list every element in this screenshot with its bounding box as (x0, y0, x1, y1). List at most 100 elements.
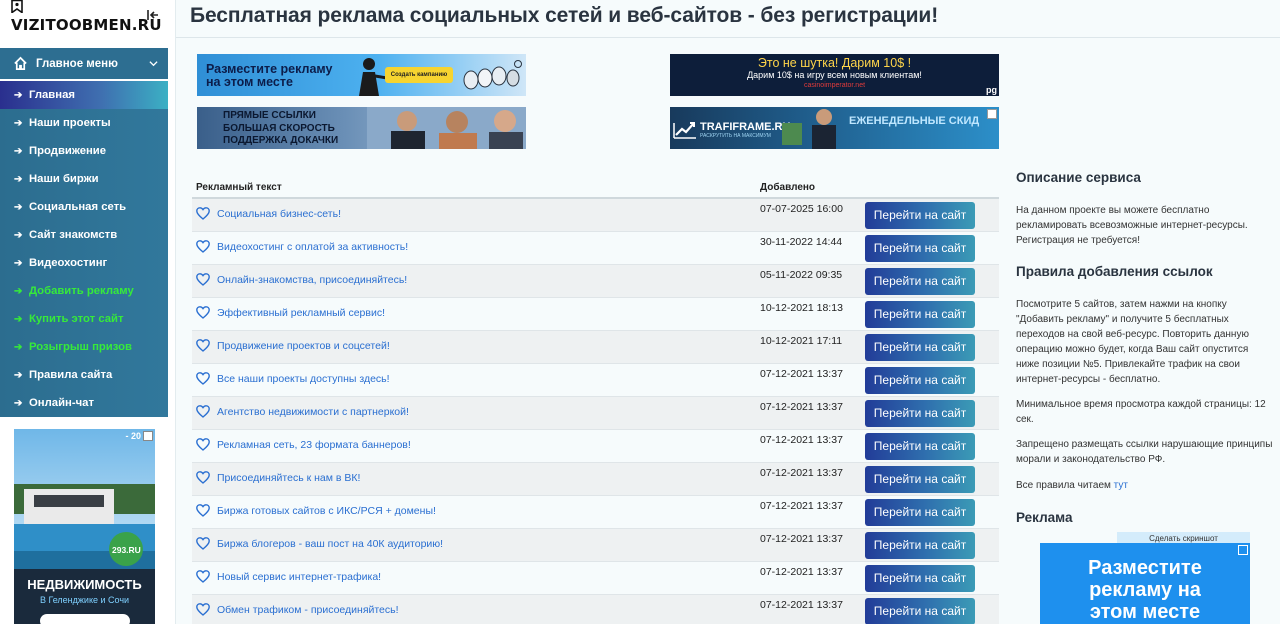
bookmark-logo-icon (11, 0, 23, 13)
heart-icon[interactable] (196, 471, 210, 484)
visit-site-button[interactable]: Перейти на сайт (865, 202, 975, 229)
ad-link[interactable]: Обмен трафиком - присоединяйтесь! (217, 604, 399, 616)
visit-site-button[interactable]: Перейти на сайт (865, 400, 975, 427)
heart-icon[interactable] (196, 504, 210, 517)
heart-icon[interactable] (196, 339, 210, 352)
visit-site-button[interactable]: Перейти на сайт (865, 268, 975, 295)
sidebar-item-4[interactable]: ➔ Социальная сеть (0, 193, 168, 221)
banner-create-campaign-button: Создать кампанию (385, 67, 453, 83)
rules-text-4-prefix: Все правила читаем (1016, 480, 1114, 491)
sidebar-item-label: Продвижение (29, 145, 107, 157)
added-date: 07-12-2021 13:37 (760, 599, 843, 611)
table-row: Онлайн-знакомства, присоединяйтесь! 05-11… (192, 265, 999, 298)
ad-link[interactable]: Онлайн-знакомства, присоединяйтесь! (217, 274, 407, 286)
ad-link[interactable]: Все наши проекты доступны здесь! (217, 373, 390, 385)
sidebar-item-label: Главная (29, 89, 75, 101)
ad-close-icon[interactable] (1238, 545, 1248, 555)
visit-site-button[interactable]: Перейти на сайт (865, 367, 975, 394)
sidebar-menu: ➔ Главная ➔ Наши проекты ➔ Продвижение ➔ Наши б… (0, 81, 168, 417)
table-row: Присоединяйтесь к нам в ВК! 07-12-2021 13… (192, 463, 999, 496)
sidebar-item-0[interactable]: ➔ Главная (0, 81, 168, 109)
sidebar-item-label: Наши проекты (29, 117, 111, 129)
visit-site-button[interactable]: Перейти на сайт (865, 466, 975, 493)
heart-icon[interactable] (196, 273, 210, 286)
pointing-man-icon (359, 58, 387, 96)
heart-icon[interactable] (196, 405, 210, 418)
table-row: Социальная бизнес-сеть! 07-07-2025 16:00 П… (192, 199, 999, 232)
sidebar-item-9[interactable]: ➔ Розыгрыш призов (0, 333, 168, 361)
banner-trafiframe[interactable]: TRAFIFRAME.RU РАСКРУТИТЬ НА МАКСИМУМ ЕЖЕ… (670, 107, 999, 149)
sidebar-item-3[interactable]: ➔ Наши биржи (0, 165, 168, 193)
arrow-right-icon: ➔ (14, 397, 23, 409)
ad-close-icon[interactable] (143, 431, 153, 441)
ad-link[interactable]: Биржа готовых сайтов с ИКС/РСЯ + домены! (217, 505, 436, 517)
heart-icon[interactable] (196, 603, 210, 616)
ad-link[interactable]: Новый сервис интернет-трафика! (217, 571, 381, 583)
sidebar-item-label: Наши биржи (29, 173, 99, 185)
column-header-text: Рекламный текст (196, 182, 282, 193)
banner-place-ad[interactable]: Разместите рекламу на этом месте Создать… (197, 54, 526, 96)
heart-icon[interactable] (196, 240, 210, 253)
banner-direct-links[interactable]: ПРЯМЫЕ ССЫЛКИ БОЛЬШАЯ СКОРОСТЬ ПОДДЕРЖКА… (197, 107, 526, 149)
visit-site-button[interactable]: Перейти на сайт (865, 532, 975, 559)
arrow-right-icon: ➔ (14, 117, 23, 129)
arrow-right-icon: ➔ (14, 257, 23, 269)
sidebar-item-10[interactable]: ➔ Правила сайта (0, 361, 168, 389)
visit-site-button[interactable]: Перейти на сайт (865, 301, 975, 328)
arrow-right-icon: ➔ (14, 145, 23, 157)
sidebar-item-5[interactable]: ➔ Сайт знакомств (0, 221, 168, 249)
visit-site-button[interactable]: Перейти на сайт (865, 433, 975, 460)
sidebar-ad-banner[interactable]: - 20 293.RU НЕДВИЖИМОСТЬ В Геленджике и … (14, 429, 155, 624)
right-ad-banner[interactable]: Разместите рекламу на этом месте (1040, 543, 1250, 624)
sidebar-item-11[interactable]: ➔ Онлайн-чат (0, 389, 168, 417)
visit-site-button[interactable]: Перейти на сайт (865, 235, 975, 262)
heart-icon[interactable] (196, 372, 210, 385)
rules-link[interactable]: тут (1114, 480, 1128, 491)
ad-link[interactable]: Агентство недвижимости с партнеркой! (217, 406, 409, 418)
ad-link[interactable]: Продвижение проектов и соцсетей! (217, 340, 390, 352)
arrow-right-icon: ➔ (14, 341, 23, 353)
visit-site-button[interactable]: Перейти на сайт (865, 565, 975, 592)
ad-link[interactable]: Социальная бизнес-сеть! (217, 208, 341, 220)
ad-link[interactable]: Видеохостинг с оплатой за активность! (217, 241, 408, 253)
ad-link[interactable]: Присоединяйтесь к нам в ВК! (217, 472, 360, 484)
visit-site-button[interactable]: Перейти на сайт (865, 598, 975, 624)
banner-direct-links-line2: БОЛЬШАЯ СКОРОСТЬ (223, 122, 335, 134)
sidebar-item-8[interactable]: ➔ Купить этот сайт (0, 305, 168, 333)
banner-trafiframe-subtitle: РАСКРУТИТЬ НА МАКСИМУМ (700, 133, 771, 139)
right-ad-line1: Разместите (1088, 557, 1202, 579)
collapse-sidebar-icon[interactable] (146, 8, 160, 22)
banner-direct-links-line3: ПОДДЕРЖКА ДОКАЧКИ (223, 135, 339, 146)
heart-icon[interactable] (196, 438, 210, 451)
added-date: 07-12-2021 13:37 (760, 401, 843, 413)
visit-site-button[interactable]: Перейти на сайт (865, 499, 975, 526)
heart-icon[interactable] (196, 570, 210, 583)
arrow-right-icon: ➔ (14, 173, 23, 185)
ad-link[interactable]: Биржа блогеров - ваш пост на 40К аудитор… (217, 538, 443, 550)
heart-icon[interactable] (196, 306, 210, 319)
visit-site-button[interactable]: Перейти на сайт (865, 334, 975, 361)
table-row: Эффективный рекламный сервис! 10-12-2021 … (192, 298, 999, 331)
table-header: Рекламный текст Добавлено (192, 181, 999, 199)
banner-direct-links-text: ПРЯМЫЕ ССЫЛКИ БОЛЬШАЯ СКОРОСТЬ ПОДДЕРЖКА… (223, 110, 338, 148)
sidebar-item-6[interactable]: ➔ Видеохостинг (0, 249, 168, 277)
ad-close-icon[interactable] (987, 109, 997, 119)
added-date: 07-12-2021 13:37 (760, 467, 843, 479)
table-row: Агентство недвижимости с партнеркой! 07-1… (192, 397, 999, 430)
rules-text-4: Все правила читаем тут (1016, 478, 1274, 493)
arrow-right-icon: ➔ (14, 285, 23, 297)
ad-link[interactable]: Рекламная сеть, 23 формата баннеров! (217, 439, 411, 451)
heart-icon[interactable] (196, 537, 210, 550)
banner-casino-line1: Это не шутка! Дарим 10$ ! (757, 56, 912, 70)
main-menu-toggle[interactable]: Главное меню (0, 48, 168, 79)
heart-icon[interactable] (196, 207, 210, 220)
banner-casino[interactable]: Это не шутка! Дарим 10$ ! Дарим 10$ на и… (670, 54, 999, 96)
rules-text-2: Минимальное время просмотра каждой стран… (1016, 399, 1266, 425)
coins-icon (463, 60, 522, 90)
sidebar-item-7[interactable]: ➔ Добавить рекламу (0, 277, 168, 305)
ad-link[interactable]: Эффективный рекламный сервис! (217, 307, 385, 319)
arrow-right-icon: ➔ (14, 89, 23, 101)
sidebar-item-1[interactable]: ➔ Наши проекты (0, 109, 168, 137)
sidebar-item-2[interactable]: ➔ Продвижение (0, 137, 168, 165)
added-date: 07-12-2021 13:37 (760, 368, 843, 380)
